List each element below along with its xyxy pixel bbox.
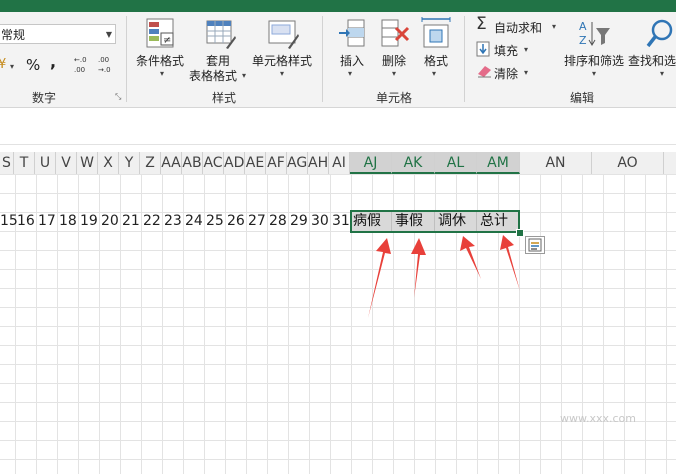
red-arrow-icon (368, 238, 391, 318)
red-arrow-icon (500, 235, 520, 291)
red-arrow-icon (460, 236, 481, 279)
watermark: www.xxx.com (560, 412, 636, 425)
annotation-arrows (368, 235, 520, 318)
red-arrow-icon (411, 238, 426, 298)
